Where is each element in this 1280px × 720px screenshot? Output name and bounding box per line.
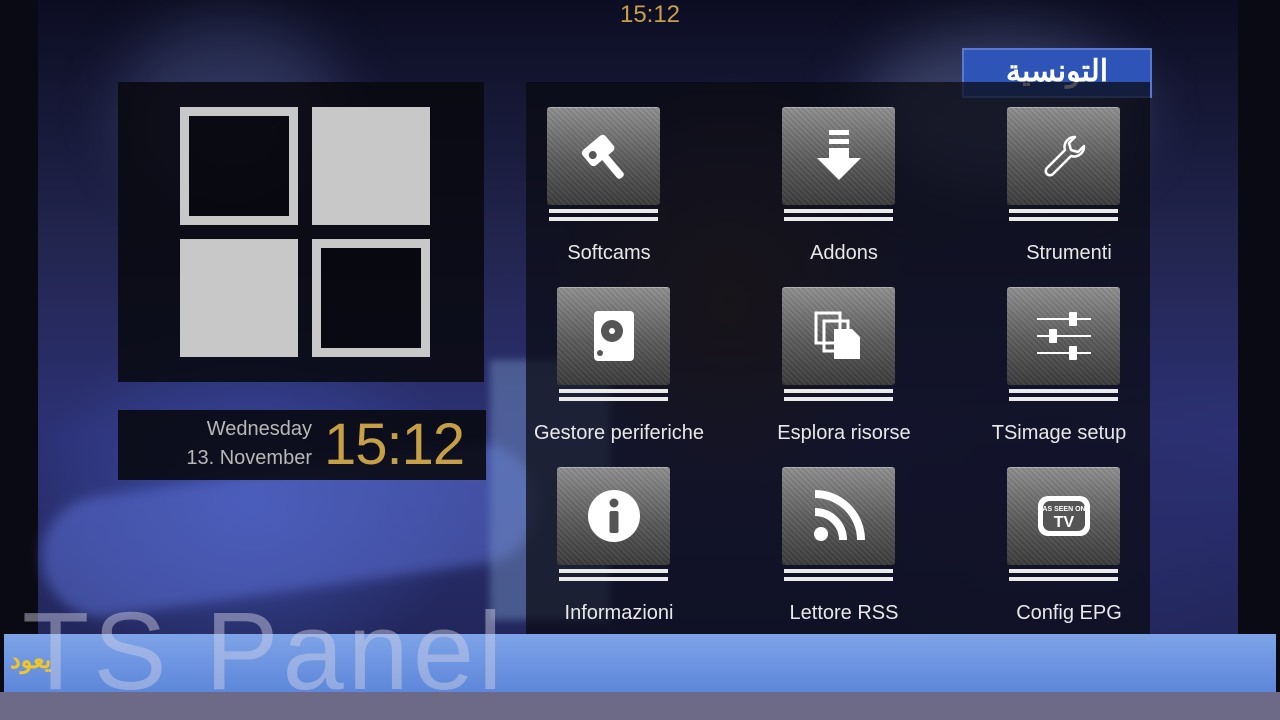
tile-line	[1009, 389, 1118, 393]
files-icon	[782, 287, 895, 385]
logo-square-filled-1	[312, 107, 430, 225]
datetime-widget: Wednesday 13. November 15:12	[118, 410, 486, 480]
menu-item-informazioni[interactable]	[557, 467, 670, 581]
tile-line	[784, 217, 893, 221]
tile-line	[559, 389, 668, 393]
hard-disk-icon	[557, 287, 670, 385]
tile-line	[784, 397, 893, 401]
sliders-icon	[1007, 287, 1120, 385]
menu-item-strumenti[interactable]	[1007, 107, 1120, 221]
clock-time: 15:12	[324, 412, 465, 477]
tile-line	[549, 217, 658, 221]
tv-badge-line2: TV	[1053, 514, 1074, 531]
top-clock: 15:12	[619, 1, 681, 28]
hammer-icon	[547, 107, 660, 205]
menu-label-addons: Addons	[810, 242, 878, 264]
menu-label-lettore-rss: Lettore RSS	[789, 602, 899, 624]
tile-line	[559, 397, 668, 401]
menu-label-tsimage-setup: TSimage setup	[991, 422, 1127, 444]
rss-icon	[782, 467, 895, 565]
weekday-label: Wednesday	[206, 418, 312, 440]
panel-logo	[118, 82, 484, 382]
letterbox-right	[1238, 0, 1280, 720]
menu-item-softcams[interactable]	[547, 107, 660, 221]
wrench-icon	[1007, 107, 1120, 205]
menu-label-config-epg: Config EPG	[1016, 602, 1122, 624]
tile-line	[784, 569, 893, 573]
download-arrow-icon	[782, 107, 895, 205]
tile-line	[784, 209, 893, 213]
tile-line	[1009, 569, 1118, 573]
menu-label-esplora-risorse: Esplora risorse	[777, 422, 911, 444]
tile-line	[559, 569, 668, 573]
menu-panel: Softcams Addons Strumenti Gestore perife…	[526, 82, 1150, 640]
menu-item-lettore-rss[interactable]	[782, 467, 895, 581]
tile-line	[1009, 209, 1118, 213]
tile-line	[549, 209, 658, 213]
menu-label-gestore-periferiche: Gestore periferiche	[533, 422, 705, 444]
menu-label-informazioni: Informazioni	[564, 602, 674, 624]
menu-item-gestore-periferiche[interactable]	[557, 287, 670, 401]
logo-square-outline-2	[312, 239, 430, 357]
logo-square-outline-1	[180, 107, 298, 225]
tv-badge-line1: AS SEEN ON	[1042, 506, 1085, 513]
as-seen-on-tv-icon: AS SEEN ON TV	[1007, 467, 1120, 565]
tile-line	[559, 577, 668, 581]
info-icon	[557, 467, 670, 565]
tile-line	[784, 389, 893, 393]
menu-item-esplora-risorse[interactable]	[782, 287, 895, 401]
logo-square-filled-2	[180, 239, 298, 357]
tile-line	[784, 577, 893, 581]
panel-watermark: TS Panel	[22, 590, 507, 713]
tile-line	[1009, 397, 1118, 401]
menu-label-strumenti: Strumenti	[1026, 242, 1112, 264]
tile-line	[1009, 217, 1118, 221]
menu-item-config-epg[interactable]: AS SEEN ON TV	[1007, 467, 1120, 581]
menu-item-addons[interactable]	[782, 107, 895, 221]
menu-label-softcams: Softcams	[567, 242, 651, 264]
date-label: 13. November	[186, 447, 312, 469]
tile-line	[1009, 577, 1118, 581]
menu-item-tsimage-setup[interactable]	[1007, 287, 1120, 401]
